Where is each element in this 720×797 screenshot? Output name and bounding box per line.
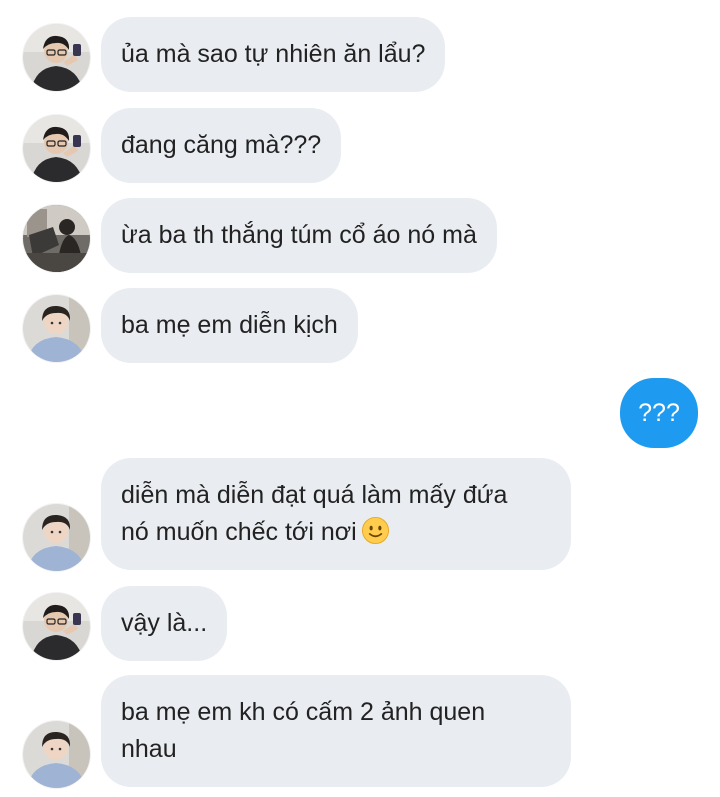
message-text: vậy là... — [121, 609, 208, 637]
avatar-guy-glasses[interactable] — [23, 24, 90, 91]
message-text: đang căng mà??? — [121, 131, 322, 159]
message-line: ba mẹ em kh có cấm 2 ảnh quen — [121, 698, 486, 726]
avatar-guy-glasses[interactable] — [23, 115, 90, 182]
message-bubble[interactable]: ủa mà sao tự nhiên ăn lẩu? — [101, 17, 446, 92]
avatar-girl-photo-image — [23, 205, 90, 272]
message-bubble[interactable]: ba mẹ em diễn kịch — [101, 288, 358, 363]
message-line: nó muốn chếc tới nơi — [121, 518, 357, 546]
avatar-boy-hoodie[interactable] — [23, 504, 90, 571]
avatar-girl-photo[interactable] — [23, 205, 90, 272]
avatar-boy-hoodie-image — [23, 721, 90, 788]
avatar-guy-glasses-image — [23, 24, 90, 91]
message-text: ??? — [638, 398, 680, 427]
message-text: ba mẹ em diễn kịch — [121, 311, 338, 339]
message-text: ừa ba th thắng túm cổ áo nó mà — [121, 221, 477, 249]
avatar-boy-hoodie-image — [23, 504, 90, 571]
avatar-boy-hoodie-image — [23, 295, 90, 362]
message-bubble[interactable]: ba mẹ em kh có cấm 2 ảnh quen nhau — [101, 675, 571, 787]
message-bubble[interactable]: diễn mà diễn đạt quá làm mấy đứa nó muốn… — [101, 458, 571, 570]
avatar-guy-glasses[interactable] — [23, 593, 90, 660]
avatar-guy-glasses-image — [23, 115, 90, 182]
message-text: ủa mà sao tự nhiên ăn lẩu? — [121, 40, 426, 68]
message-line: nhau — [121, 735, 177, 763]
avatar-boy-hoodie[interactable] — [23, 295, 90, 362]
slightly-smiling-face-icon — [361, 516, 390, 545]
message-bubble[interactable]: vậy là... — [101, 586, 228, 661]
message-bubble[interactable]: ừa ba th thắng túm cổ áo nó mà — [101, 198, 497, 273]
chat-thread: ủa mà sao tự nhiên ăn lẩu? đang căng mà?… — [0, 0, 720, 797]
avatar-boy-hoodie[interactable] — [23, 721, 90, 788]
avatar-guy-glasses-image — [23, 593, 90, 660]
message-bubble-outgoing[interactable]: ??? — [620, 378, 698, 448]
message-bubble[interactable]: đang căng mà??? — [101, 108, 342, 183]
message-line-with-emoji: nó muốn chếc tới nơi — [121, 514, 551, 551]
message-line: diễn mà diễn đạt quá làm mấy đứa — [121, 481, 508, 509]
